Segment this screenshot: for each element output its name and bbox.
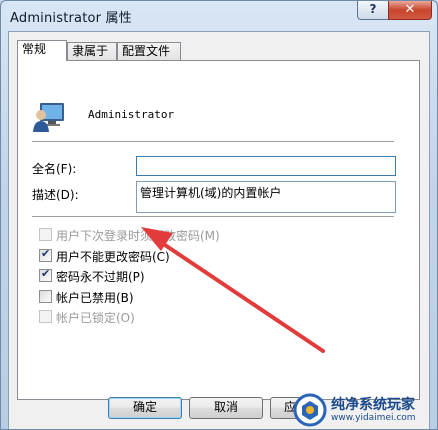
- watermark-url: www.yidaimei.com: [331, 413, 416, 423]
- separator: [32, 141, 394, 143]
- user-monitor-icon: [33, 103, 64, 132]
- watermark-title: 纯净系统玩家: [331, 397, 415, 413]
- password-never-expires-checkbox[interactable]: [39, 267, 52, 282]
- must-change-password-label: 用户下次登录时须更改密码(M): [56, 229, 220, 243]
- password-never-expires-label: 密码永不过期(P): [56, 270, 145, 284]
- cannot-change-password-label: 用户不能更改密码(C): [56, 250, 170, 264]
- help-button[interactable]: ?: [357, 1, 389, 20]
- separator: [32, 216, 394, 218]
- watermark-logo-icon: [293, 393, 327, 427]
- fullname-label: 全名(F):: [32, 162, 77, 176]
- watermark: 纯净系统玩家 www.yidaimei.com: [293, 391, 437, 429]
- account-locked-checkbox[interactable]: [39, 310, 52, 323]
- ok-button[interactable]: 确定: [108, 397, 182, 419]
- properties-window: Administrator 属性 ? ✕ 常规 隶属于 配置文件 Adminis…: [0, 0, 438, 430]
- tab-member-of[interactable]: 隶属于: [67, 42, 117, 60]
- cannot-change-password-checkbox[interactable]: [39, 247, 52, 262]
- tab-profile[interactable]: 配置文件: [117, 42, 181, 60]
- cancel-button[interactable]: 取消: [189, 397, 263, 419]
- account-disabled-label: 帐户已禁用(B): [56, 291, 134, 305]
- description-field[interactable]: 管理计算机(域)的内置帐户: [136, 181, 396, 213]
- user-name: Administrator: [88, 108, 175, 121]
- must-change-password-checkbox[interactable]: [39, 228, 52, 241]
- general-tab-panel: Administrator 全名(F): 描述(D): 管理计算机(域)的内置帐…: [17, 60, 420, 400]
- description-label: 描述(D):: [32, 188, 79, 202]
- window-title: Administrator 属性: [10, 11, 132, 26]
- fullname-field[interactable]: [136, 156, 396, 176]
- tab-general[interactable]: 常规: [17, 40, 67, 61]
- title-bar[interactable]: Administrator 属性 ? ✕: [1, 1, 437, 31]
- account-locked-label: 帐户已锁定(O): [56, 311, 135, 325]
- account-disabled-checkbox[interactable]: [39, 290, 52, 303]
- close-button[interactable]: ✕: [388, 1, 432, 20]
- dialog-client: 常规 隶属于 配置文件 Administrator 全名(F): 描述(D): …: [8, 31, 430, 429]
